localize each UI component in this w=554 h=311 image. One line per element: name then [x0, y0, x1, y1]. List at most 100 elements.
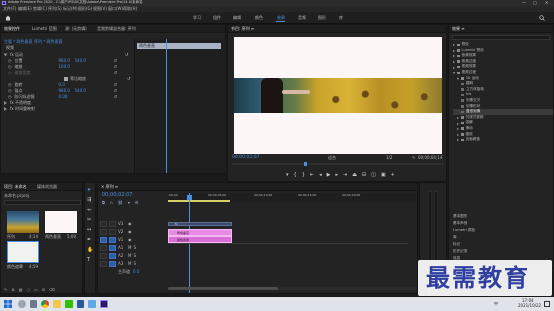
chevron-right-icon[interactable]: ▸	[453, 65, 455, 70]
position-y-value[interactable]: 540.0	[75, 59, 95, 63]
pencil-icon[interactable]: ✎	[4, 287, 7, 293]
work-area-bar[interactable]	[168, 200, 230, 202]
chevron-right-icon[interactable]	[4, 101, 7, 105]
timeline-playhead-cap[interactable]	[187, 195, 192, 200]
browser-icon[interactable]	[88, 300, 97, 308]
stopwatch-icon[interactable]: ◷	[8, 89, 12, 93]
type-tool-icon[interactable]: T	[87, 257, 95, 263]
lock-toggle[interactable]	[100, 221, 107, 227]
reset-icon[interactable]: ↺	[114, 71, 117, 75]
timeline-title[interactable]: × 序列 ≡	[101, 185, 118, 189]
project-item[interactable]	[45, 211, 77, 233]
solo-button[interactable]: S	[133, 254, 136, 258]
eye-icon[interactable]: ◉	[128, 230, 132, 234]
out-point-icon[interactable]: }	[302, 172, 305, 178]
extract-icon[interactable]: ⊟	[362, 172, 366, 178]
stopwatch-icon[interactable]: ◷	[8, 95, 12, 99]
task-view-icon[interactable]	[29, 300, 38, 308]
lock-toggle[interactable]	[100, 261, 107, 267]
uniform-scale-checkbox[interactable]	[64, 77, 68, 81]
marker-icon[interactable]: ▾	[286, 172, 289, 178]
effects-tree-item[interactable]: ▸ 页面剥落	[453, 137, 553, 143]
workspace-tab-learn[interactable]: 学习	[193, 16, 201, 20]
chevron-right-icon[interactable]: ▸	[453, 42, 455, 47]
chevron-right-icon[interactable]: ▸	[457, 115, 459, 120]
position-x-value[interactable]: 960.0	[59, 59, 75, 63]
reset-icon[interactable]: ↺	[114, 65, 117, 69]
new-bin-icon[interactable]: ▭	[34, 287, 38, 293]
clock-date[interactable]: 2021/10/22	[518, 304, 541, 308]
export-frame-icon[interactable]: ◫	[371, 172, 376, 178]
program-timecode-current[interactable]: 00;00;02;07	[232, 155, 259, 161]
settings-wrench-icon[interactable]: ⚙	[135, 200, 139, 205]
target-toggle[interactable]	[109, 237, 116, 243]
pen-tool-icon[interactable]: ✒	[87, 237, 95, 243]
transition-fx-marker[interactable]: fx	[168, 222, 232, 226]
close-button[interactable]: ✕	[545, 1, 548, 5]
chevron-down-icon[interactable]: ▾	[457, 76, 459, 81]
slip-tool-icon[interactable]: ↔	[87, 227, 95, 233]
lock-toggle[interactable]	[100, 245, 107, 251]
timeline-scrollbar[interactable]	[168, 287, 416, 290]
premiere-pro-icon[interactable]	[100, 300, 108, 308]
maximize-button[interactable]: □	[533, 1, 537, 5]
chrome-icon[interactable]	[41, 300, 50, 308]
project-search-input[interactable]	[4, 200, 81, 205]
lift-icon[interactable]: ⏏	[352, 172, 357, 178]
anchor-x-value[interactable]: 960.0	[59, 89, 75, 93]
notification-icon[interactable]	[544, 301, 550, 307]
stopwatch-icon[interactable]: ◷	[8, 83, 12, 87]
icon-view-icon[interactable]: ▦	[19, 287, 23, 293]
breadcrumb-master[interactable]: 主要 * 两色垂直	[4, 40, 33, 44]
minimize-button[interactable]: —	[522, 1, 526, 5]
add-marker-icon[interactable]: ▾	[128, 200, 130, 205]
chevron-right-icon[interactable]: ▸	[453, 53, 455, 58]
linked-select-icon[interactable]: ⛓	[118, 200, 123, 205]
effects-search-input[interactable]	[452, 35, 550, 40]
source-patch-v1[interactable]	[100, 237, 107, 243]
chevron-right-icon[interactable]: ▸	[457, 121, 459, 126]
ripple-edit-tool-icon[interactable]: ⟛	[87, 207, 95, 213]
target-toggle[interactable]	[109, 229, 116, 235]
solo-button[interactable]: S	[133, 262, 136, 266]
timeline-timecode[interactable]: 00;00;02;07	[102, 193, 133, 198]
menu-sequence[interactable]: 序列(S)	[48, 7, 62, 11]
side-panel-tab[interactable]: 历史记录	[453, 249, 553, 257]
reset-icon[interactable]: ↺	[114, 83, 117, 87]
search-icon[interactable]	[539, 15, 545, 21]
menu-help[interactable]: 帮助(H)	[123, 7, 137, 11]
rotation-value[interactable]: 0.0	[59, 83, 95, 87]
stopwatch-icon[interactable]: ◷	[8, 59, 12, 63]
target-toggle[interactable]	[109, 245, 116, 251]
eye-icon[interactable]: ◉	[128, 222, 132, 226]
master-volume-value[interactable]: 0.0	[133, 270, 139, 274]
side-panel-tab[interactable]: Lumetri 颜色	[453, 228, 553, 236]
program-monitor-title[interactable]: 节目: 序列 ≡	[231, 27, 254, 31]
search-icon[interactable]	[18, 300, 26, 308]
lock-toggle[interactable]	[100, 229, 107, 235]
nest-icon[interactable]: ⧉	[102, 200, 105, 205]
program-scrub-bar[interactable]	[232, 163, 444, 165]
tab-media-browser[interactable]: 媒体浏览器	[37, 185, 57, 189]
lock-toggle[interactable]	[100, 253, 107, 259]
home-icon[interactable]	[5, 15, 11, 21]
timeline-scroll-thumb[interactable]	[168, 287, 278, 290]
workspace-tab-color[interactable]: 颜色	[255, 16, 263, 20]
comparison-view-icon[interactable]: ▣	[381, 172, 386, 178]
effects-panel-title[interactable]: 效果 ≡	[452, 27, 465, 31]
mute-button[interactable]: M	[128, 254, 131, 258]
side-panel-tab[interactable]: 基本图形	[453, 214, 553, 222]
list-view-icon[interactable]: ≣	[11, 287, 14, 293]
workspace-tab-edit[interactable]: 编辑	[233, 16, 241, 20]
solo-button[interactable]: S	[133, 246, 136, 250]
reset-icon[interactable]: ↺	[125, 53, 128, 57]
file-explorer-icon[interactable]	[53, 300, 61, 308]
clip-v1[interactable]: 颜色遮罩	[168, 236, 232, 243]
scale-value[interactable]: 100.0	[59, 65, 95, 69]
ime-indicator[interactable]: 中	[494, 302, 498, 306]
tab-project[interactable]: 项目: 未命名	[4, 185, 27, 189]
selection-tool-icon[interactable]: ➤	[87, 187, 95, 193]
tab-source[interactable]: 源: (无剪辑)	[65, 27, 87, 31]
slider-icon[interactable]: ○	[27, 287, 31, 293]
menu-edit[interactable]: 编辑(E)	[18, 7, 32, 11]
